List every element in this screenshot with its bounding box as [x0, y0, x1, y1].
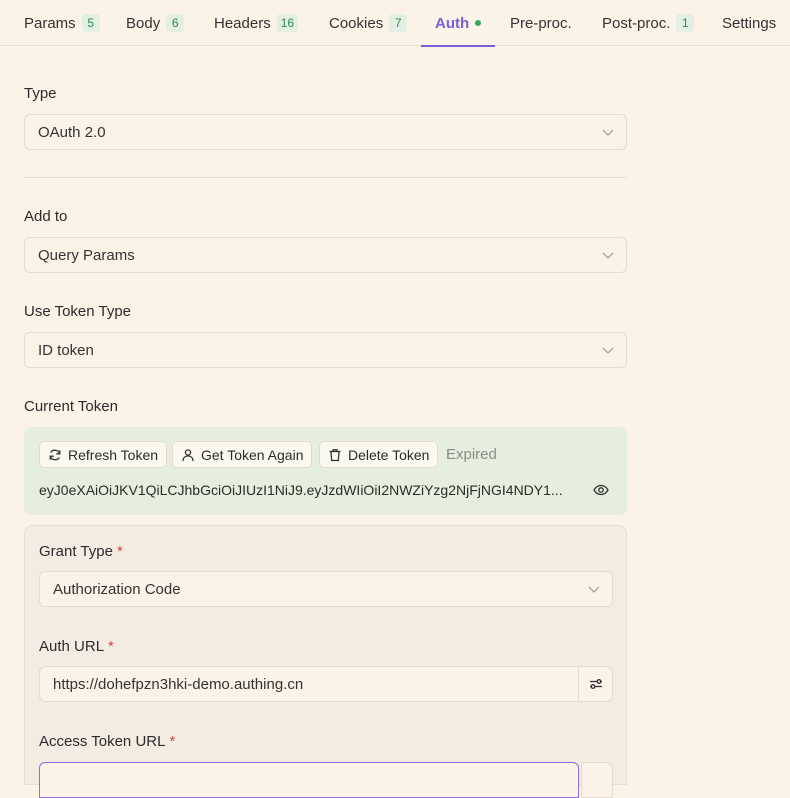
request-tab-bar: Params 5 Body 6 Headers 16 Cookies 7 Aut… — [0, 0, 790, 47]
refresh-token-label: Refresh Token — [68, 446, 159, 463]
tab-post-processors[interactable]: Post-proc. 1 — [602, 0, 695, 46]
section-divider — [24, 177, 627, 178]
token-type-value: ID token — [38, 341, 94, 359]
chevron-down-icon — [602, 347, 614, 354]
tab-label: Pre-proc. — [510, 14, 572, 32]
user-icon — [182, 448, 194, 461]
chevron-down-icon — [602, 129, 614, 136]
tab-cookies[interactable]: Cookies 7 — [329, 0, 408, 46]
grant-type-value: Authorization Code — [53, 580, 181, 598]
token-type-select[interactable]: ID token — [24, 332, 627, 368]
get-token-again-button[interactable]: Get Token Again — [172, 441, 313, 468]
tab-body[interactable]: Body 6 — [126, 0, 185, 46]
grant-type-label: Grant Type * — [39, 543, 123, 560]
required-mark: * — [116, 543, 123, 560]
tab-count-badge: 6 — [166, 14, 185, 32]
auth-type-select[interactable]: OAuth 2.0 — [24, 114, 627, 150]
tab-label: Body — [126, 14, 161, 32]
tab-pre-processors[interactable]: Pre-proc. — [510, 0, 572, 46]
tab-label: Headers — [214, 14, 271, 32]
tab-label: Post-proc. — [602, 14, 671, 32]
grant-settings-panel: Grant Type * Authorization Code Auth URL *… — [24, 525, 627, 798]
access-token-url-input[interactable] — [39, 762, 579, 798]
sliders-icon — [589, 679, 602, 689]
tab-headers[interactable]: Headers 16 — [214, 0, 299, 46]
tab-settings[interactable]: Settings — [722, 0, 776, 46]
delete-token-button[interactable]: Delete Token — [319, 441, 439, 468]
refresh-token-button[interactable]: Refresh Token — [39, 441, 168, 468]
tab-count-badge: 16 — [276, 14, 299, 32]
add-to-select[interactable]: Query Params — [24, 237, 627, 273]
refresh-icon — [49, 449, 61, 460]
auth-url-input[interactable]: https://dohefpzn3hki-demo.authing.cn — [39, 666, 613, 702]
token-status: Expired — [446, 446, 497, 463]
grant-type-select[interactable]: Authorization Code — [39, 571, 613, 607]
type-label: Type — [24, 85, 57, 102]
current-token-label: Current Token — [24, 398, 118, 415]
access-token-url-settings-button[interactable] — [581, 762, 613, 798]
auth-type-value: OAuth 2.0 — [38, 123, 106, 141]
required-mark: * — [108, 638, 114, 655]
auth-active-dot-icon — [475, 20, 482, 26]
tab-count-badge: 1 — [676, 14, 695, 32]
auth-url-settings-button[interactable] — [578, 667, 612, 701]
tab-label: Auth — [435, 14, 470, 32]
get-token-again-label: Get Token Again — [201, 446, 304, 463]
chevron-down-icon — [602, 252, 614, 259]
token-value: eyJ0eXAiOiJKV1QiLCJhbGciOiJIUzI1NiJ9.eyJ… — [39, 482, 563, 498]
tab-params[interactable]: Params 5 — [24, 0, 100, 46]
grant-type-label-text: Grant Type — [39, 543, 113, 560]
delete-token-label: Delete Token — [348, 446, 430, 463]
tab-count-badge: 7 — [389, 14, 408, 32]
eye-icon[interactable] — [593, 482, 609, 498]
token-type-label: Use Token Type — [24, 303, 132, 320]
add-to-label: Add to — [24, 208, 68, 225]
tab-label: Params — [24, 14, 76, 32]
auth-url-value: https://dohefpzn3hki-demo.authing.cn — [53, 675, 304, 693]
tab-label: Cookies — [329, 14, 384, 32]
tab-auth[interactable]: Auth — [420, 0, 496, 47]
add-to-value: Query Params — [38, 246, 135, 264]
access-token-url-label-text: Access Token URL — [39, 733, 166, 750]
chevron-down-icon — [588, 586, 600, 593]
auth-url-label: Auth URL * — [39, 638, 114, 655]
current-token-panel: Refresh Token Get Token Again Delete Tok… — [24, 427, 627, 515]
tab-label: Settings — [722, 14, 777, 32]
access-token-url-label: Access Token URL * — [39, 733, 175, 750]
auth-url-label-text: Auth URL — [39, 638, 105, 655]
tab-count-badge: 5 — [81, 14, 100, 32]
trash-icon — [329, 448, 341, 461]
required-mark: * — [169, 733, 176, 750]
